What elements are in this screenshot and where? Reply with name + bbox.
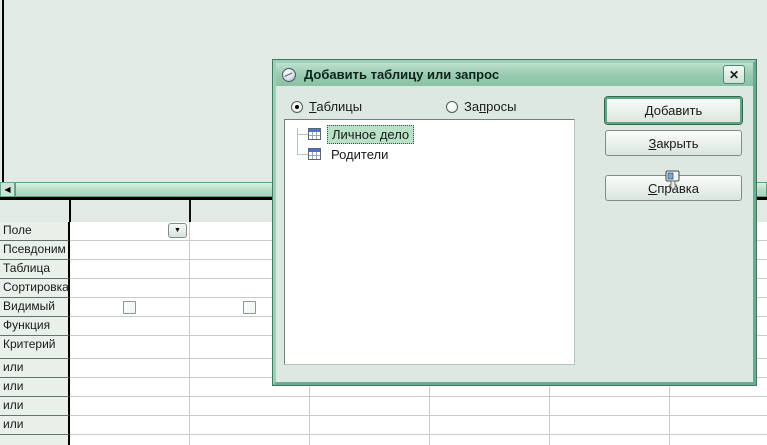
grid-cell[interactable] [70,397,190,416]
grid-cell[interactable] [190,416,310,435]
add-table-or-query-dialog: Добавить таблицу или запрос ✕ Таблицы За… [273,60,756,385]
visible-checkbox[interactable] [123,301,136,314]
tables-list[interactable]: Личное дело Родители [284,119,575,365]
grid-cell[interactable] [70,416,190,435]
grid-cell[interactable] [70,359,190,378]
radio-selected-icon[interactable] [291,101,303,113]
grid-cell[interactable] [70,298,190,317]
row-label: Поле [0,222,70,241]
dialog-titlebar[interactable]: Добавить таблицу или запрос ✕ [276,63,753,86]
close-icon: ✕ [729,68,739,82]
add-button[interactable]: Добавить [605,97,742,124]
tree-connector [297,128,298,155]
grid-cell[interactable] [70,241,190,260]
grid-cell[interactable] [310,416,430,435]
grid-row-or: или [0,416,767,435]
row-label: или [0,378,70,397]
grid-cell[interactable] [70,435,190,445]
radio-tables-label: Таблицы [309,99,362,114]
table-icon [308,128,321,140]
grid-cell[interactable] [550,416,670,435]
grid-cell[interactable] [430,435,550,445]
help-button-label: Справка [648,181,699,196]
add-button-label: Добавить [645,103,702,118]
list-item[interactable]: Родители [308,144,392,164]
grid-cell[interactable] [70,378,190,397]
list-item-label[interactable]: Родители [327,146,392,163]
table-icon [308,148,321,160]
row-label [0,435,70,445]
close-button[interactable]: Закрыть [605,130,742,156]
radio-queries[interactable]: Запросы [446,99,516,114]
grid-row-or [0,435,767,445]
grid-header-separator [189,200,191,222]
grid-cell[interactable] [70,336,190,359]
grid-row-or: или [0,397,767,416]
row-label: Функция [0,317,70,336]
radio-unselected-icon[interactable] [446,101,458,113]
grid-cell[interactable] [550,397,670,416]
row-label: Псевдоним [0,241,70,260]
grid-cell[interactable] [550,435,670,445]
visible-checkbox[interactable] [243,301,256,314]
field-dropdown-button[interactable]: ▼ [168,223,187,238]
grid-cell[interactable] [70,317,190,336]
row-label: или [0,397,70,416]
help-button[interactable]: Справка [605,175,742,201]
grid-header-separator [69,200,71,222]
grid-cell[interactable] [70,260,190,279]
grid-cell[interactable]: ▼ [70,222,190,241]
radio-queries-label: Запросы [464,99,516,114]
tree-connector [297,154,308,155]
row-label: Критерий [0,336,70,359]
tree-connector [297,134,308,135]
grid-cell[interactable] [70,279,190,298]
grid-cell[interactable] [310,435,430,445]
dialog-content: Таблицы Запросы Личное дело [276,86,753,382]
design-area-left-border [2,0,4,182]
grid-cell[interactable] [190,435,310,445]
grid-cell[interactable] [670,397,767,416]
dropdown-arrow-icon: ▼ [174,227,181,234]
grid-cell[interactable] [670,435,767,445]
dialog-title: Добавить таблицу или запрос [304,67,723,82]
radio-tables[interactable]: Таблицы [291,99,362,114]
scrollbar-left-arrow-icon[interactable]: ◀ [0,182,15,197]
row-label: или [0,359,70,378]
close-button-label: Закрыть [648,136,698,151]
list-item[interactable]: Личное дело [308,124,414,144]
source-type-radios: Таблицы Запросы [291,99,362,114]
row-label: или [0,416,70,435]
grid-cell[interactable] [670,416,767,435]
grid-cell[interactable] [430,397,550,416]
row-label: Сортировка [0,279,70,298]
query-icon [281,67,297,83]
row-label: Видимый [0,298,70,317]
grid-cell[interactable] [430,416,550,435]
list-item-label[interactable]: Личное дело [327,125,414,144]
grid-cell[interactable] [190,397,310,416]
row-label: Таблица [0,260,70,279]
grid-cell[interactable] [310,397,430,416]
dialog-close-button[interactable]: ✕ [723,65,745,84]
